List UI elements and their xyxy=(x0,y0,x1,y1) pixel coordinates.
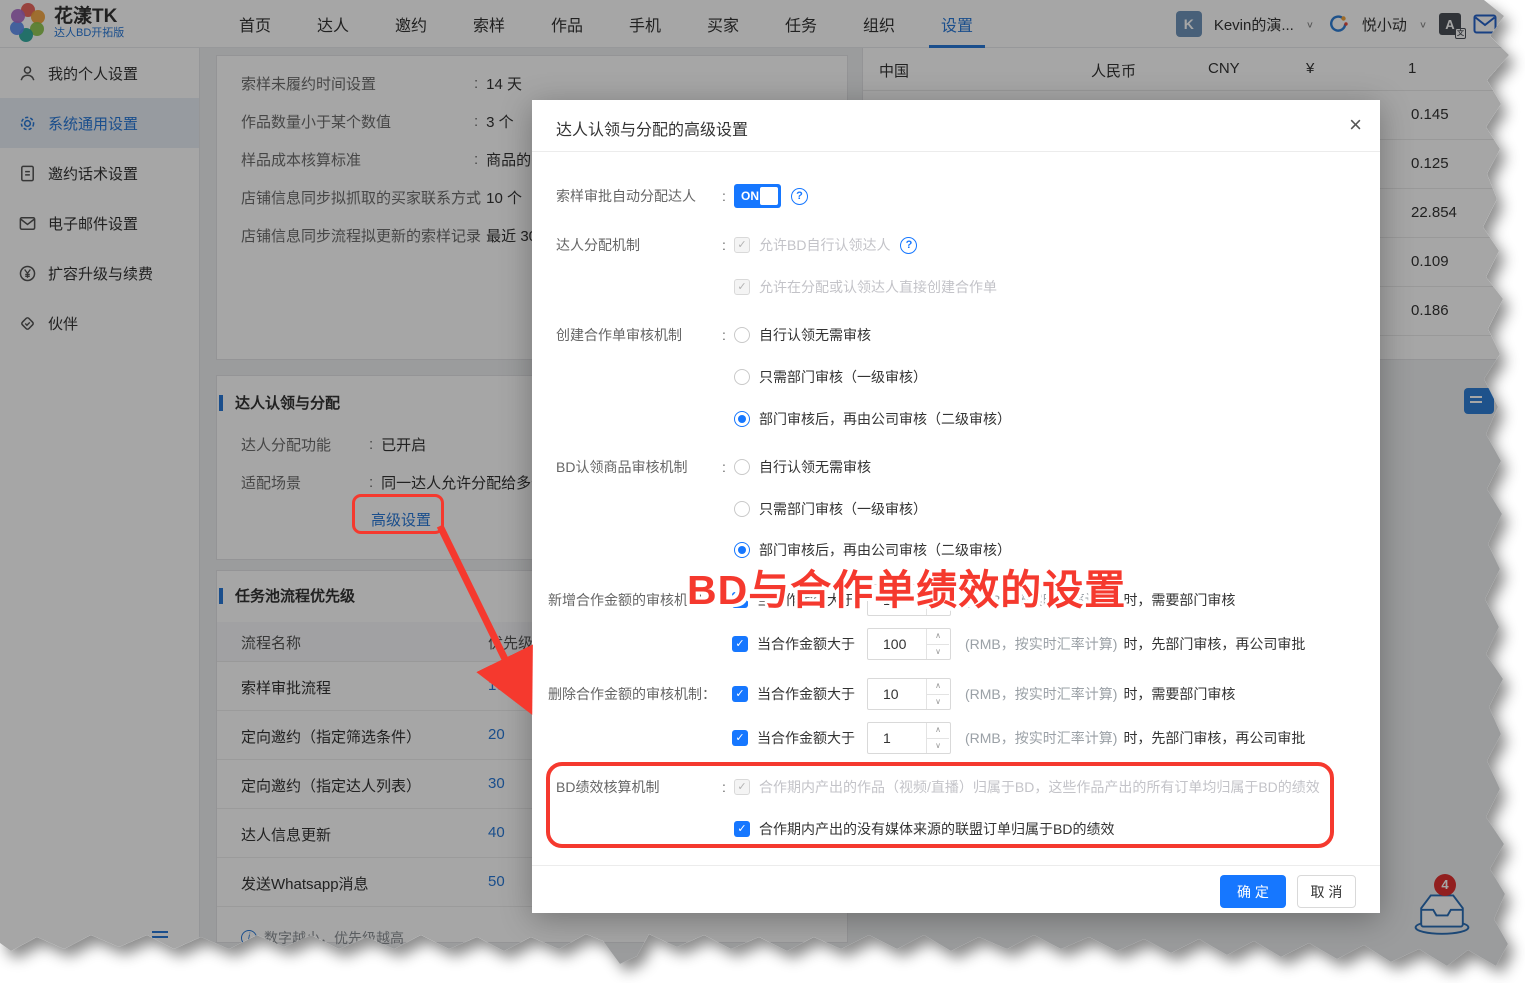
unit-note: (RMB，按实时汇率计算) xyxy=(965,728,1117,748)
checkbox-checked[interactable] xyxy=(732,636,748,652)
spinner-up-icon[interactable] xyxy=(927,723,949,739)
close-icon[interactable]: × xyxy=(1349,112,1362,138)
claim-review-row: 只需部门审核（一级审核） xyxy=(734,493,927,525)
option-label: 部门审核后，再由公司审核（二级审核） xyxy=(759,409,1011,429)
checkbox-checked[interactable] xyxy=(732,730,748,746)
option-label: 允许BD自行认领达人 xyxy=(759,235,890,255)
create-review-row: 只需部门审核（一级审核） xyxy=(734,361,927,393)
unit-note: (RMB，按实时汇率计算) xyxy=(965,634,1117,654)
field-label: 创建合作单审核机制 xyxy=(556,325,714,345)
option-label: 自行认领无需审核 xyxy=(759,457,871,477)
modal-title: 达人认领与分配的高级设置 xyxy=(556,116,748,140)
amount-spinner xyxy=(867,678,951,710)
checkbox-checked-disabled xyxy=(734,279,750,295)
annotation-arrow xyxy=(418,516,558,731)
option-label: 只需部门审核（一级审核） xyxy=(759,499,927,519)
spinner-down-icon[interactable] xyxy=(927,645,949,660)
option-label: 自行认领无需审核 xyxy=(759,325,871,345)
field-label: 索样审批自动分配达人 xyxy=(556,186,714,206)
add-amount-row: 当合作金额大于 (RMB，按实时汇率计算) 时，先部门审核，再公司审批 xyxy=(732,628,1305,660)
spinner-down-icon[interactable] xyxy=(927,695,949,710)
field-label: 达人分配机制 xyxy=(556,235,714,255)
radio-unselected[interactable] xyxy=(734,501,750,517)
help-icon[interactable] xyxy=(791,188,808,205)
modal-footer: 确 定 取 消 xyxy=(532,865,1380,913)
radio-unselected[interactable] xyxy=(734,369,750,385)
checkbox-checked[interactable] xyxy=(732,686,748,702)
amount-input[interactable] xyxy=(868,679,926,709)
spinner-down-icon[interactable] xyxy=(927,739,949,754)
auto-assign-toggle[interactable]: ON xyxy=(734,184,781,208)
annotation-box-performance xyxy=(546,762,1334,848)
option-label: 只需部门审核（一级审核） xyxy=(759,367,927,387)
modal-header: 达人认领与分配的高级设置 × xyxy=(532,100,1380,152)
delete-amount-row: 删除合作金额的审核机制： 当合作金额大于 (RMB，按实时汇率计算) 时，需要部… xyxy=(548,678,1235,710)
torn-edge-wrapper: 花漾TK 达人BD开拓版 首页 达人 邀约 索样 作品 手机 买家 任务 组织 … xyxy=(0,0,1525,983)
assign-mechanism-row: 达人分配机制 允许BD自行认领达人 xyxy=(556,229,917,261)
radio-selected[interactable] xyxy=(734,411,750,427)
field-label: 删除合作金额的审核机制： xyxy=(548,684,732,704)
amount-spinner xyxy=(867,628,951,660)
screenshot-stage: 花漾TK 达人BD开拓版 首页 达人 邀约 索样 作品 手机 买家 任务 组织 … xyxy=(0,0,1525,983)
create-review-row: 创建合作单审核机制 自行认领无需审核 xyxy=(556,319,871,351)
create-review-row: 部门审核后，再由公司审核（二级审核） xyxy=(734,403,1011,435)
auto-assign-row: 索样审批自动分配达人 ON xyxy=(556,180,808,212)
option-label: 允许在分配或认领达人直接创建合作单 xyxy=(759,277,997,297)
delete-amount-row: 当合作金额大于 (RMB，按实时汇率计算) 时，先部门审核，再公司审批 xyxy=(732,722,1305,754)
claim-review-row: BD认领商品审核机制 自行认领无需审核 xyxy=(556,451,871,483)
cancel-button[interactable]: 取 消 xyxy=(1297,875,1356,908)
annotation-headline: BD与合作单绩效的设置 xyxy=(687,556,1126,616)
field-label: BD认领商品审核机制 xyxy=(556,457,714,477)
help-icon[interactable] xyxy=(900,237,917,254)
spinner-up-icon[interactable] xyxy=(927,629,949,645)
radio-unselected[interactable] xyxy=(734,327,750,343)
amount-spinner xyxy=(867,722,951,754)
amount-input[interactable] xyxy=(868,629,926,659)
torn-page: 花漾TK 达人BD开拓版 首页 达人 邀约 索样 作品 手机 买家 任务 组织 … xyxy=(0,0,1525,983)
spinner-up-icon[interactable] xyxy=(927,679,949,695)
checkbox-checked-disabled xyxy=(734,237,750,253)
radio-unselected[interactable] xyxy=(734,459,750,475)
amount-input[interactable] xyxy=(868,723,926,753)
unit-note: (RMB，按实时汇率计算) xyxy=(965,684,1117,704)
confirm-button[interactable]: 确 定 xyxy=(1220,875,1286,908)
assign-mechanism-row: 允许在分配或认领达人直接创建合作单 xyxy=(734,271,997,303)
